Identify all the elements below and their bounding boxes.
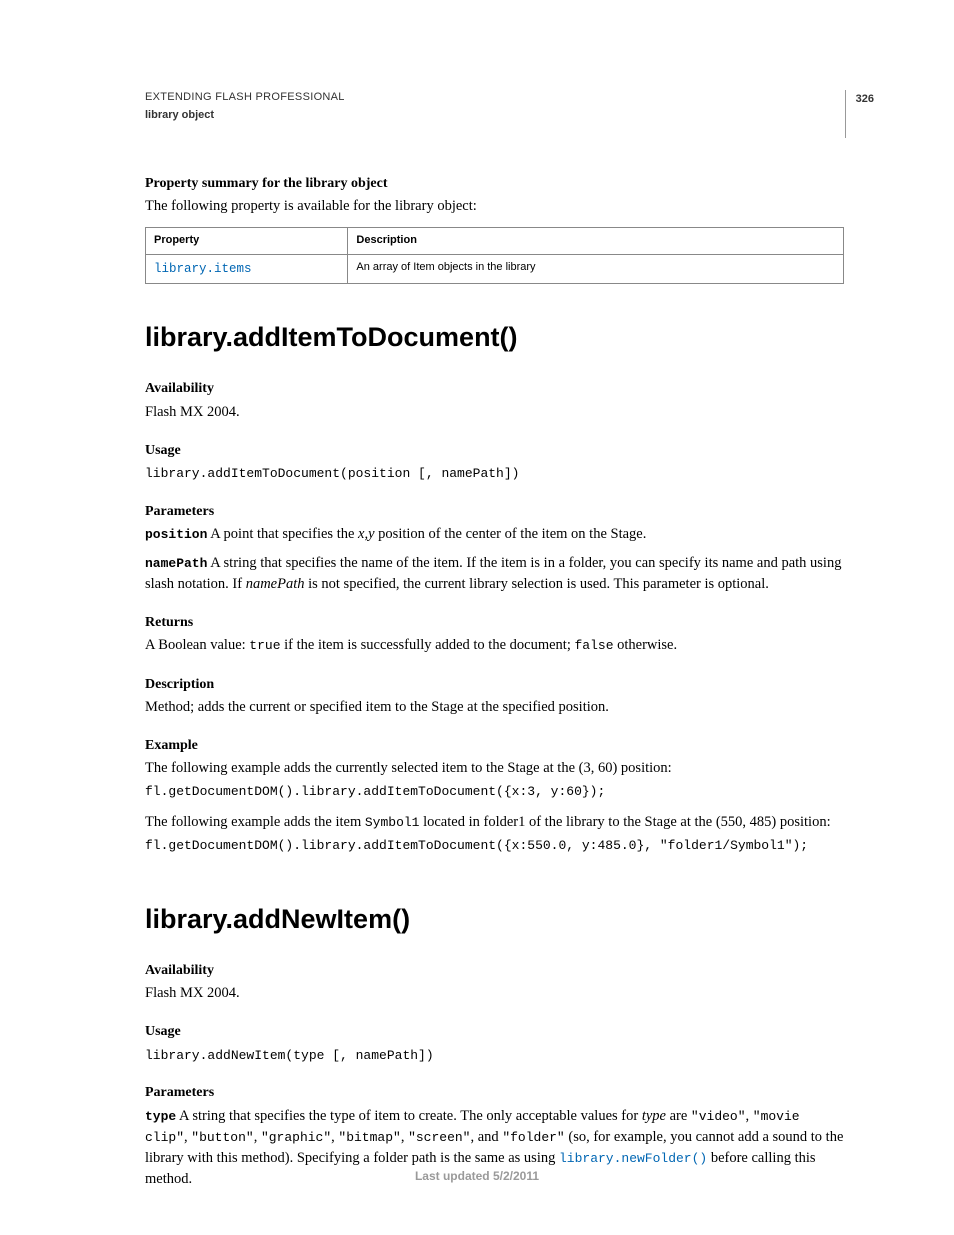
header-book-title: EXTENDING FLASH PROFESSIONAL [145,90,844,106]
example-heading: Example [145,736,844,756]
availability-text-2: Flash MX 2004. [145,983,844,1004]
description-text: Method; adds the current or specified it… [145,697,844,718]
param-position: position A point that specifies the x,y … [145,524,844,545]
method-title-additemtodocument: library.addItemToDocument() [145,318,844,357]
availability-heading: Availability [145,379,844,399]
availability-text: Flash MX 2004. [145,402,844,423]
description-heading: Description [145,675,844,695]
returns-text: A Boolean value: true if the item is suc… [145,635,844,656]
table-row: library.items An array of Item objects i… [146,255,844,284]
col-description-header: Description [348,228,844,255]
property-summary-heading: Property summary for the library object [145,174,844,194]
property-link-library-items[interactable]: library.items [146,255,348,284]
page-number: 326 [845,90,874,138]
availability-heading-2: Availability [145,961,844,981]
parameters-heading: Parameters [145,502,844,522]
usage-code: library.addItemToDocument(position [, na… [145,465,844,484]
header-chapter-title: library object [145,108,844,124]
table-header-row: Property Description [146,228,844,255]
param-namepath: namePath A string that specifies the nam… [145,553,844,595]
property-table: Property Description library.items An ar… [145,227,844,284]
returns-heading: Returns [145,613,844,633]
footer-last-updated: Last updated 5/2/2011 [0,1168,954,1185]
parameters-heading-2: Parameters [145,1083,844,1103]
param-name-type: type [145,1109,176,1124]
property-description: An array of Item objects in the library [348,255,844,284]
example-intro-2: The following example adds the item Symb… [145,812,844,833]
example-code-1: fl.getDocumentDOM().library.addItemToDoc… [145,783,844,802]
usage-code-2: library.addNewItem(type [, namePath]) [145,1047,844,1066]
page-content: 326 EXTENDING FLASH PROFESSIONAL library… [0,0,954,1235]
col-property-header: Property [146,228,348,255]
property-summary-intro: The following property is available for … [145,196,844,217]
usage-heading-2: Usage [145,1022,844,1042]
link-library-newfolder[interactable]: library.newFolder() [559,1151,707,1166]
running-header: EXTENDING FLASH PROFESSIONAL library obj… [145,90,844,124]
param-name-position: position [145,527,207,542]
example-intro-1: The following example adds the currently… [145,758,844,779]
method-title-addnewitem: library.addNewItem() [145,900,844,939]
example-code-2: fl.getDocumentDOM().library.addItemToDoc… [145,837,844,856]
usage-heading: Usage [145,441,844,461]
param-name-namepath: namePath [145,556,207,571]
